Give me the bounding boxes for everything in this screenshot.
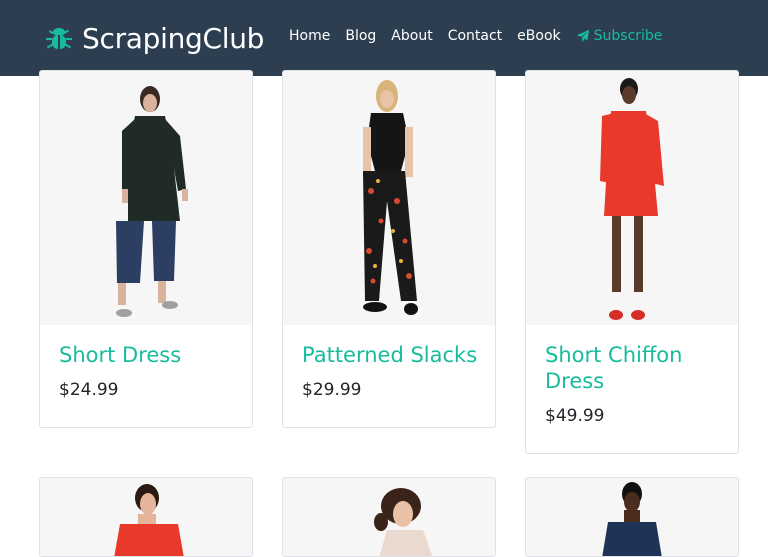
product-card: Short Dress $24.99: [39, 70, 253, 428]
paper-plane-icon: [576, 29, 589, 43]
navbar: ScrapingClub Home Blog About Contact eBo…: [0, 0, 768, 76]
main-nav: Home Blog About Contact eBook Subscribe: [289, 28, 677, 44]
subscribe-label: Subscribe: [593, 28, 663, 44]
model-image-black-dress: [40, 71, 252, 325]
nav-blog[interactable]: Blog: [345, 28, 376, 44]
product-card: Patterned Slacks $29.99: [282, 70, 496, 428]
nav-home[interactable]: Home: [289, 28, 330, 44]
product-image[interactable]: [283, 478, 495, 556]
product-price: $24.99: [59, 380, 119, 400]
product-card: Short Chiffon Dress $49.99: [525, 70, 739, 454]
bug-icon: [46, 28, 72, 49]
product-title[interactable]: Short Dress: [59, 342, 181, 368]
model-image-navy-top: [526, 478, 738, 556]
product-price: $49.99: [545, 406, 605, 426]
product-card: [525, 477, 739, 557]
nav-about[interactable]: About: [391, 28, 432, 44]
model-image-curly-hair: [283, 478, 495, 556]
product-card: [282, 477, 496, 557]
nav-contact[interactable]: Contact: [448, 28, 502, 44]
brand-name: ScrapingClub: [82, 21, 265, 55]
product-image[interactable]: [283, 71, 495, 325]
brand-link[interactable]: ScrapingClub: [44, 20, 264, 56]
model-image-red-top: [40, 478, 252, 556]
product-image[interactable]: [40, 71, 252, 325]
nav-ebook[interactable]: eBook: [517, 28, 560, 44]
model-image-patterned-slacks: [283, 71, 495, 325]
model-image-red-dress: [526, 71, 738, 325]
product-image[interactable]: [526, 71, 738, 325]
product-title[interactable]: Patterned Slacks: [302, 342, 477, 368]
product-image[interactable]: [40, 478, 252, 556]
nav-subscribe[interactable]: Subscribe: [576, 28, 663, 44]
product-title[interactable]: Short Chiffon Dress: [545, 342, 725, 394]
product-price: $29.99: [302, 380, 362, 400]
product-image[interactable]: [526, 478, 738, 556]
product-card: [39, 477, 253, 557]
